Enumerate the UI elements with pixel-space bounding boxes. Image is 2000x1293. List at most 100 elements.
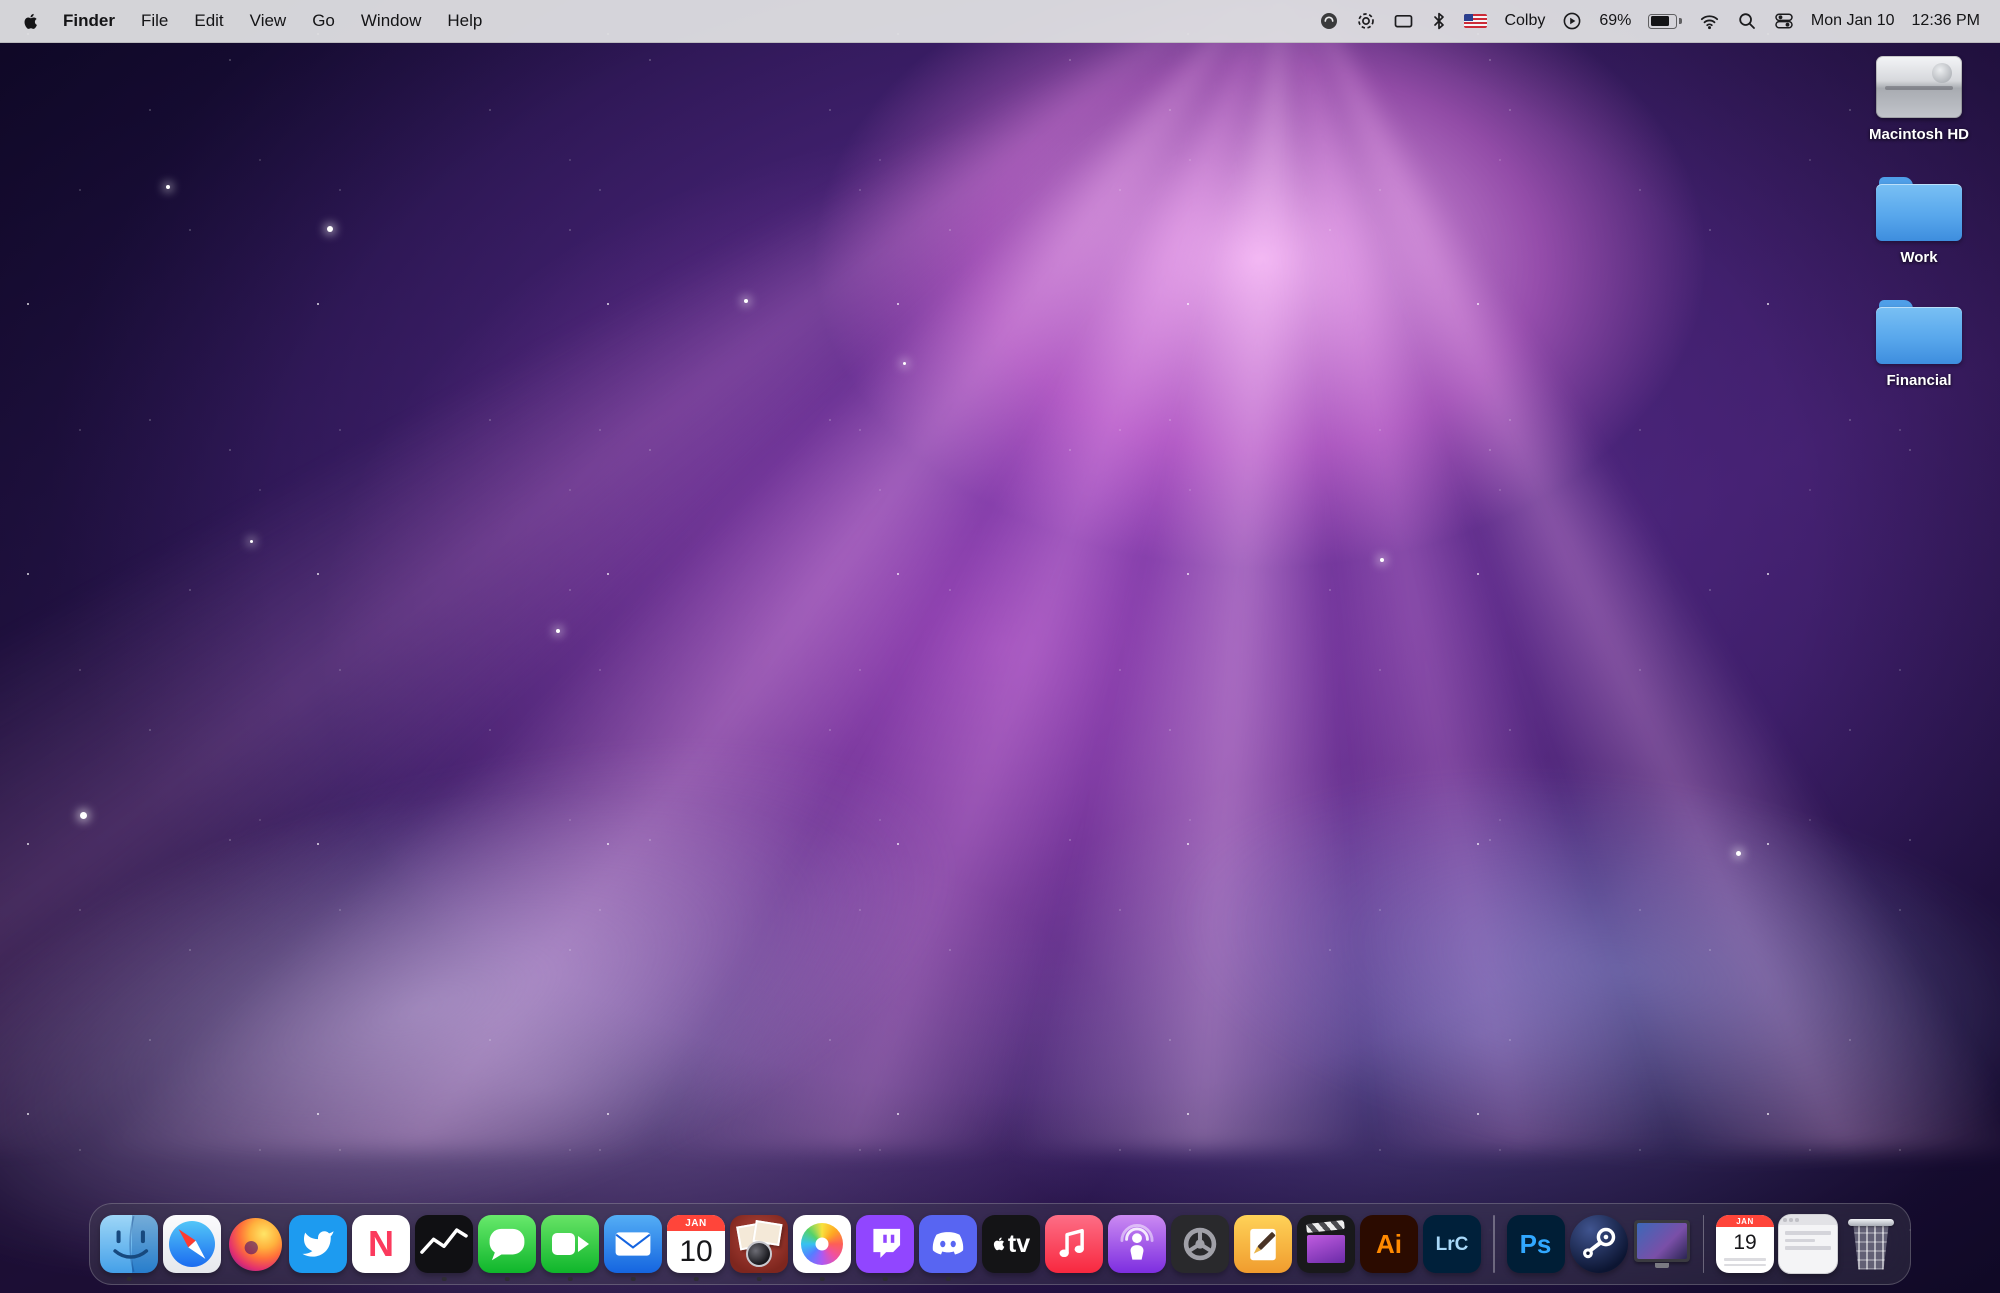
dock-item-messages[interactable] bbox=[478, 1204, 536, 1284]
hard-drive-icon bbox=[1876, 56, 1962, 118]
menu-edit[interactable]: Edit bbox=[181, 11, 236, 31]
battery-fill bbox=[1651, 16, 1669, 26]
dock-item-pages[interactable] bbox=[1234, 1204, 1292, 1284]
now-playing-icon[interactable] bbox=[1562, 11, 1582, 31]
desktop-icon-macintosh-hd[interactable]: Macintosh HD bbox=[1854, 56, 1984, 143]
dock-item-news[interactable]: N bbox=[352, 1204, 410, 1284]
compass-dial bbox=[169, 1221, 215, 1267]
control-center-icon[interactable] bbox=[1774, 11, 1794, 31]
camera-body bbox=[552, 1233, 575, 1255]
apple-logo-icon bbox=[22, 12, 38, 31]
dock-item-photoshop[interactable]: Ps bbox=[1507, 1204, 1565, 1284]
apple-menu[interactable] bbox=[20, 12, 50, 31]
running-indicator bbox=[883, 1277, 888, 1282]
menu-window[interactable]: Window bbox=[348, 11, 434, 31]
bluetooth-icon[interactable] bbox=[1431, 11, 1447, 31]
lightroom-icon: LrC bbox=[1423, 1215, 1481, 1273]
twitter-bird-icon bbox=[289, 1215, 347, 1273]
flower-core bbox=[816, 1238, 829, 1251]
desktop-icon-label: Work bbox=[1900, 249, 1937, 266]
settings-wheel-icon bbox=[1171, 1215, 1229, 1273]
dock-item-podcasts[interactable] bbox=[1108, 1204, 1166, 1284]
bright-star bbox=[903, 362, 906, 365]
menu-view[interactable]: View bbox=[237, 11, 300, 31]
menu-file[interactable]: File bbox=[128, 11, 181, 31]
dock-item-facetime[interactable] bbox=[541, 1204, 599, 1284]
dock-item-trash[interactable] bbox=[1842, 1204, 1900, 1284]
menu-bar: Finder File Edit View Go Window Help Col… bbox=[0, 0, 2000, 43]
dock-item-calendar[interactable]: JAN 10 bbox=[667, 1204, 725, 1284]
dock-item-illustrator[interactable]: Ai bbox=[1360, 1204, 1418, 1284]
dock-item-music[interactable] bbox=[1045, 1204, 1103, 1284]
calendar-window-icon: JAN 19 bbox=[1716, 1215, 1774, 1273]
battery-percentage[interactable]: 69% bbox=[1599, 12, 1631, 30]
lightroom-label: LrC bbox=[1436, 1235, 1469, 1254]
discord-icon bbox=[919, 1215, 977, 1273]
dock-item-minimized-window[interactable] bbox=[1779, 1204, 1837, 1284]
compass-needle bbox=[163, 1215, 221, 1273]
flag-canton bbox=[1464, 14, 1473, 21]
dock-item-firefox[interactable] bbox=[226, 1204, 284, 1284]
swirl-icon[interactable] bbox=[1319, 11, 1339, 31]
wifi-icon[interactable] bbox=[1699, 11, 1720, 31]
aurora-wisp bbox=[0, 616, 1043, 1293]
dock-item-steam[interactable] bbox=[1570, 1204, 1628, 1284]
dock-item-calendar-window[interactable]: JAN 19 bbox=[1716, 1204, 1774, 1284]
steam-icon bbox=[1570, 1215, 1628, 1273]
desktop-icon-work[interactable]: Work bbox=[1854, 177, 1984, 266]
dock-item-apple-tv[interactable]: tv bbox=[982, 1204, 1040, 1284]
monitor-screen bbox=[1637, 1223, 1687, 1259]
clapper-top bbox=[1306, 1220, 1345, 1233]
bright-star bbox=[1380, 558, 1384, 562]
dock-item-display[interactable] bbox=[1633, 1204, 1691, 1284]
dock-item-lightroom[interactable]: LrC bbox=[1423, 1204, 1481, 1284]
app-menu-finder[interactable]: Finder bbox=[50, 11, 128, 31]
airdrop-icon[interactable] bbox=[1356, 11, 1376, 31]
dock-item-finder[interactable] bbox=[100, 1204, 158, 1284]
desktop-icon-financial[interactable]: Financial bbox=[1854, 300, 1984, 389]
dock-item-final-cut[interactable] bbox=[1297, 1204, 1355, 1284]
dock-item-photo-booth[interactable] bbox=[730, 1204, 788, 1284]
running-indicator bbox=[631, 1277, 636, 1282]
running-indicator bbox=[442, 1277, 447, 1282]
user-menu[interactable]: Colby bbox=[1504, 12, 1545, 30]
desktop-icon-label: Financial bbox=[1886, 372, 1951, 389]
dock-item-photos[interactable] bbox=[793, 1204, 851, 1284]
menu-bar-time[interactable]: 12:36 PM bbox=[1912, 12, 1980, 30]
input-source-us-flag-icon[interactable] bbox=[1464, 14, 1487, 28]
safari-icon bbox=[163, 1215, 221, 1273]
folder-icon bbox=[1876, 177, 1962, 241]
dock-item-settings[interactable] bbox=[1171, 1204, 1229, 1284]
dock-item-safari[interactable] bbox=[163, 1204, 221, 1284]
apple-logo-icon bbox=[992, 1236, 1005, 1252]
news-letter: N bbox=[368, 1226, 394, 1262]
dock-item-twitter[interactable] bbox=[289, 1204, 347, 1284]
trash-icon bbox=[1842, 1215, 1900, 1273]
bright-star bbox=[327, 226, 333, 232]
tv-label: tv bbox=[1008, 1232, 1030, 1257]
spotlight-icon[interactable] bbox=[1737, 11, 1757, 31]
display-icon[interactable] bbox=[1393, 11, 1414, 31]
battery-icon[interactable] bbox=[1648, 14, 1682, 29]
calendar-lines bbox=[1716, 1258, 1774, 1273]
dock-item-stocks[interactable] bbox=[415, 1204, 473, 1284]
firefox-icon bbox=[226, 1215, 284, 1273]
desktop[interactable]: Finder File Edit View Go Window Help Col… bbox=[0, 0, 2000, 1293]
menu-bar-date[interactable]: Mon Jan 10 bbox=[1811, 12, 1895, 30]
menu-go[interactable]: Go bbox=[299, 11, 348, 31]
running-indicator bbox=[946, 1277, 951, 1282]
menu-help[interactable]: Help bbox=[434, 11, 495, 31]
dock-item-discord[interactable] bbox=[919, 1204, 977, 1284]
folder-front bbox=[1876, 307, 1962, 364]
running-indicator bbox=[568, 1277, 573, 1282]
dock-separator bbox=[1703, 1215, 1705, 1273]
dock-item-twitch[interactable] bbox=[856, 1204, 914, 1284]
photo-booth-icon bbox=[730, 1215, 788, 1273]
dock-separator bbox=[1493, 1215, 1495, 1273]
dock: N J bbox=[89, 1203, 1911, 1285]
calendar-month: JAN bbox=[667, 1215, 725, 1231]
camera-lens-triangle bbox=[578, 1236, 589, 1252]
dock-item-mail[interactable] bbox=[604, 1204, 662, 1284]
bright-star bbox=[556, 629, 560, 633]
aurora-rays bbox=[0, 0, 2000, 1151]
